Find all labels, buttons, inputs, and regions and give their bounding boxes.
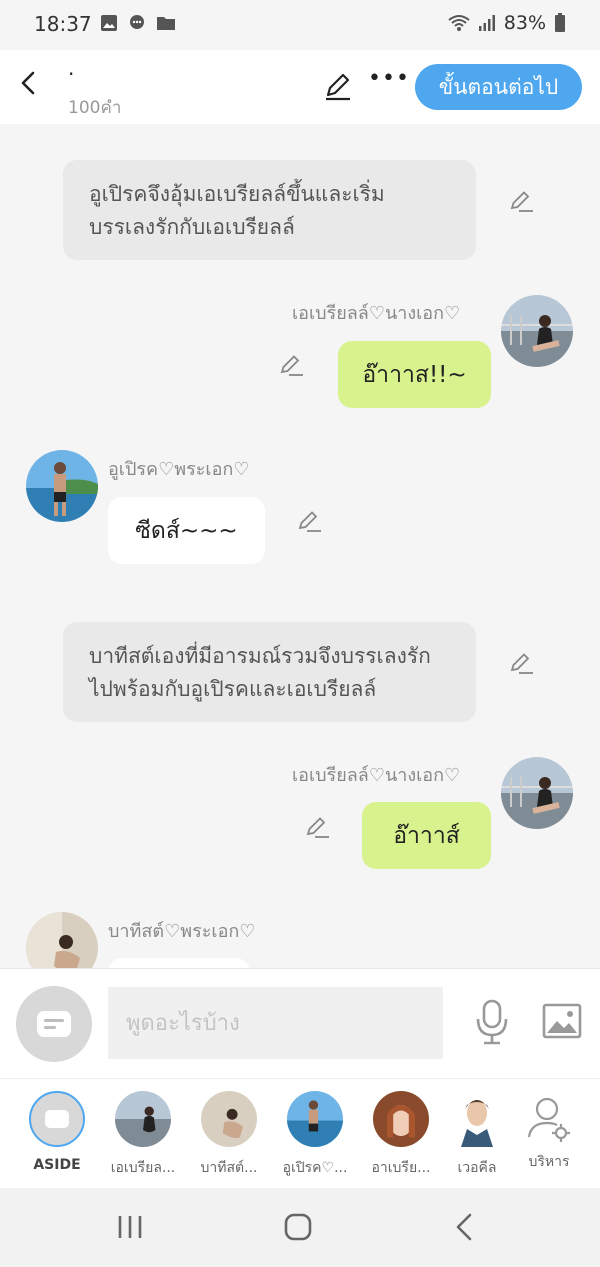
edit-message-icon[interactable] (508, 188, 534, 214)
status-time: 18:37 (34, 12, 92, 36)
sender-name: บาทีสต์♡พระเอก♡ (108, 921, 256, 942)
sender-name: เอเบรียลล์♡นางเอก♡ (292, 303, 461, 324)
character-avatar[interactable]: อูเปิรค♡... (270, 1091, 360, 1179)
sender-name: เอเบรียลล์♡นางเอก♡ (292, 765, 461, 786)
system-nav-bar (0, 1188, 600, 1267)
home-icon[interactable] (283, 1212, 313, 1242)
character-label: เอเบรียล... (110, 1160, 176, 1176)
aside-toggle-button[interactable] (16, 986, 92, 1062)
edit-message-icon[interactable] (296, 508, 322, 534)
battery-icon (555, 13, 565, 32)
back-arrow-icon[interactable] (14, 68, 44, 98)
avatar (201, 1091, 257, 1147)
edit-icon[interactable] (322, 70, 354, 102)
signal-icon (478, 15, 495, 31)
narration-text: อูเปิรคจึงอุ้มเอเบรียลล์ขึ้นและเริ่มบรรเ… (89, 182, 385, 239)
avatar (115, 1091, 171, 1147)
back-nav-icon[interactable] (452, 1212, 476, 1242)
avatar[interactable] (501, 295, 573, 367)
edit-message-icon[interactable] (508, 650, 534, 676)
narration-icon (29, 1091, 85, 1147)
folder-icon (157, 17, 175, 30)
narration-bubble[interactable]: อูเปิรคจึงอุ้มเอเบรียลล์ขึ้นและเริ่มบรรเ… (63, 160, 476, 260)
avatar (287, 1091, 343, 1147)
image-icon[interactable] (542, 1003, 582, 1039)
edit-message-icon[interactable] (304, 814, 330, 840)
microphone-icon[interactable] (474, 999, 510, 1045)
character-label: บริหาร (528, 1154, 570, 1170)
message-text: อ๊าาาส!!~ (362, 361, 467, 388)
message-bubble[interactable]: อ๊าาาส!!~ (338, 341, 491, 408)
avatar (373, 1091, 429, 1147)
character-avatar[interactable]: เอเบรียล... (98, 1091, 188, 1179)
chat-area[interactable]: อูเปิรคจึงอุ้มเอเบรียลล์ขึ้นและเริ่มบรรเ… (0, 124, 600, 968)
narration-bubble[interactable]: บาทีสต์เองที่มีอารมณ์รวมจึงบรรเลงรักไปพร… (63, 622, 476, 722)
character-selector: ASIDE เอเบรียล... บาทีสต์... อูเปิรค♡...… (0, 1078, 600, 1189)
avatar[interactable] (26, 912, 98, 968)
avatar[interactable] (26, 450, 98, 522)
app-bar: · 100คำ ••• ขั้นตอนต่อไป (0, 50, 600, 124)
message-bubble[interactable] (108, 958, 250, 968)
chat-bubble-icon (130, 15, 144, 29)
recent-apps-icon[interactable] (116, 1214, 144, 1240)
gallery-icon (101, 15, 117, 31)
avatar[interactable] (501, 757, 573, 829)
input-bar (0, 968, 600, 1079)
character-label: ASIDE (33, 1157, 81, 1173)
more-options-icon[interactable]: ••• (368, 66, 410, 91)
wifi-icon (448, 15, 470, 31)
manage-characters-button[interactable]: บริหาร (504, 1091, 594, 1173)
narration-text: บาทีสต์เองที่มีอารมณ์รวมจึงบรรเลงรักไปพร… (89, 644, 431, 701)
message-bubble[interactable]: ซีดส์~~~ (108, 497, 265, 564)
word-count: 100คำ (68, 98, 122, 118)
sender-name: อูเปิรค♡พระเอก♡ (108, 459, 250, 480)
next-step-button[interactable]: ขั้นตอนต่อไป (415, 64, 582, 110)
character-label: อูเปิรค♡... (282, 1160, 348, 1176)
message-input[interactable] (108, 987, 443, 1059)
battery-percent: 83% (503, 12, 546, 34)
edit-message-icon[interactable] (278, 352, 304, 378)
message-text: ซีดส์~~~ (135, 517, 238, 544)
character-label: บาทีสต์... (200, 1160, 258, 1176)
character-aside[interactable]: ASIDE (12, 1091, 102, 1173)
character-avatar[interactable]: บาทีสต์... (184, 1091, 274, 1179)
user-settings-icon (527, 1097, 570, 1142)
avatar (457, 1091, 497, 1147)
message-text: อ๊าาาส์ (393, 822, 460, 849)
narration-icon (37, 1011, 71, 1037)
status-bar: 18:37 83% (0, 0, 600, 50)
story-title: · (68, 62, 75, 86)
message-bubble[interactable]: อ๊าาาส์ (362, 802, 491, 869)
